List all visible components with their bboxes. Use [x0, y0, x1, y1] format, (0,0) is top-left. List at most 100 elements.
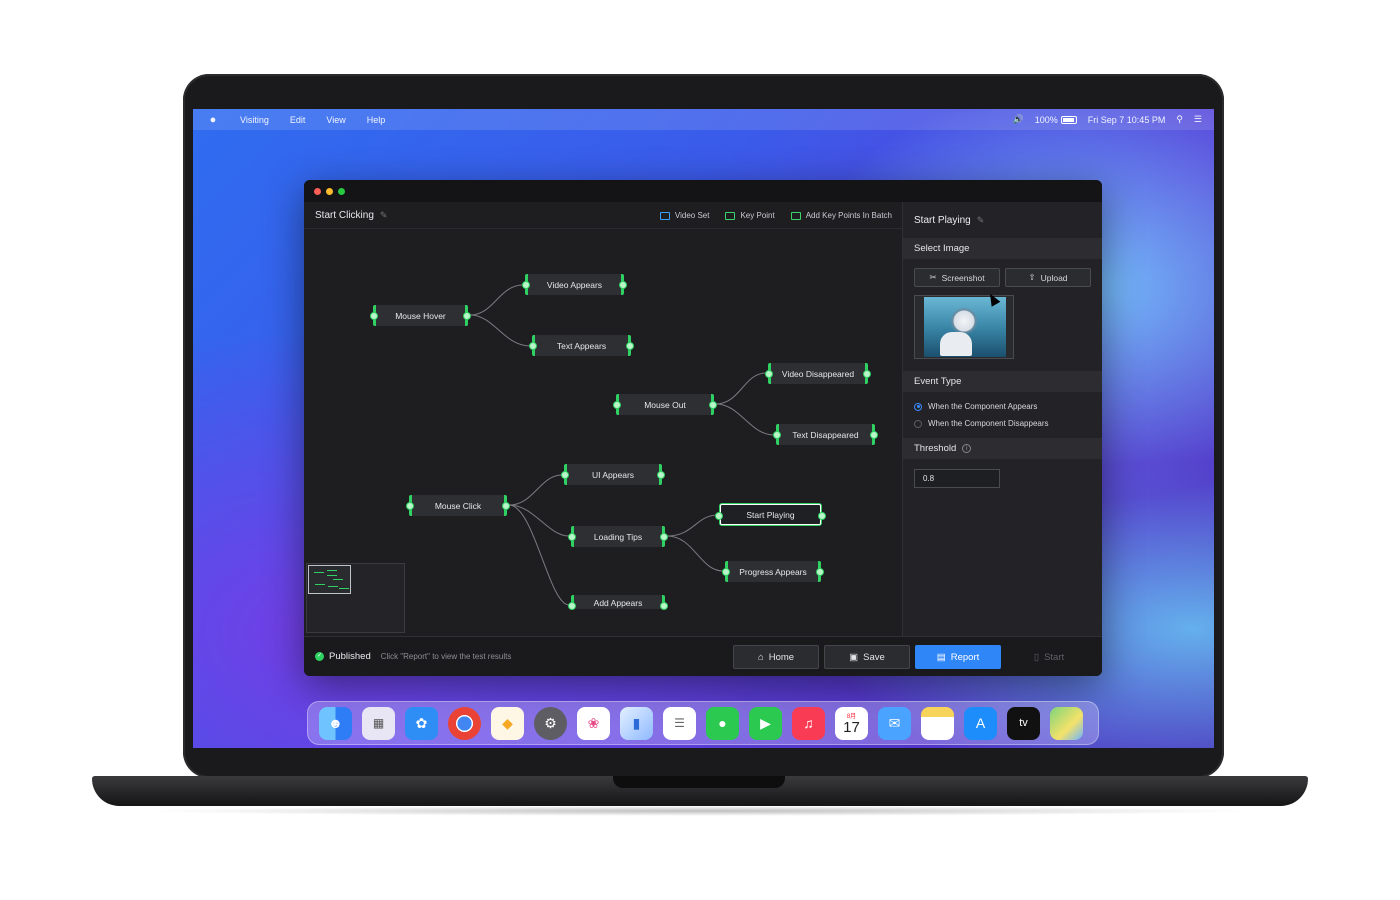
radio-disappears-control[interactable] — [914, 419, 922, 428]
event-type-options: When the Component Appears When the Comp… — [903, 392, 1102, 432]
menu-visiting[interactable]: Visiting — [240, 115, 269, 125]
screenshot-button[interactable]: ✂ Screenshot — [914, 268, 1000, 287]
calendar-day: 17 — [843, 719, 860, 736]
facetime-icon[interactable]: ▶ — [749, 706, 782, 740]
safari-icon[interactable]: ✿ — [405, 706, 438, 740]
node-progress-appears[interactable]: Progress Appears — [722, 561, 824, 582]
radio-component-disappears[interactable]: When the Component Disappears — [903, 415, 1102, 432]
radio-appears-label: When the Component Appears — [928, 402, 1038, 411]
clock[interactable]: Fri Sep 7 10:45 PM — [1088, 115, 1166, 125]
threshold-input[interactable]: 0.8 — [914, 469, 1000, 488]
edge-out-text — [715, 403, 775, 436]
node-video-appears[interactable]: Video Appears — [522, 274, 627, 295]
reminders-icon[interactable]: ☰ — [663, 706, 696, 740]
edit-panel-title-icon[interactable]: ✎ — [977, 215, 985, 226]
node-loading-tips[interactable]: Loading Tips — [568, 526, 668, 547]
messages-icon[interactable]: ● — [706, 706, 739, 740]
minimap-mark — [327, 575, 337, 576]
minimize-window-button[interactable] — [326, 188, 333, 195]
radio-component-appears[interactable]: When the Component Appears — [903, 398, 1102, 415]
properties-panel: Start Playing ✎ Select Image ✂ Screensho… — [902, 202, 1102, 636]
battery-percent: 100% — [1034, 114, 1058, 125]
edge-hover-video — [469, 284, 524, 316]
video-set-button[interactable]: Video Set — [659, 211, 710, 220]
calendar-icon[interactable]: 8月 17 — [835, 706, 868, 740]
dock: ☻ ▦ ✿ ◆ ⚙ ❀ ▮ ☰ ● ▶ ♫ 8月 17 ✉ A tv — [307, 701, 1099, 745]
node-mouse-click[interactable]: Mouse Click — [406, 495, 510, 516]
node-text-disappeared[interactable]: Text Disappeared — [773, 424, 878, 445]
sketch-icon[interactable]: ◆ — [491, 706, 524, 740]
control-center-icon[interactable]: ☰ — [1194, 114, 1202, 125]
laptop-notch — [613, 776, 785, 788]
system-preferences-icon[interactable]: ⚙ — [534, 706, 567, 740]
node-ui-appears[interactable]: UI Appears — [561, 464, 665, 485]
home-button[interactable]: ⌂ Home — [733, 645, 819, 669]
threshold-heading: Threshold i — [903, 438, 1102, 459]
select-image-heading: Select Image — [903, 238, 1102, 259]
chrome-icon[interactable] — [448, 706, 481, 740]
flow-canvas-pane: Start Clicking ✎ Video Set Key Point Add… — [304, 202, 902, 636]
flow-graph[interactable]: Mouse Hover Video Appears Text Appears M… — [304, 229, 902, 636]
photos-icon[interactable]: ❀ — [577, 706, 610, 740]
event-type-heading: Event Type — [903, 371, 1102, 392]
edge-click-add — [508, 504, 570, 606]
notes-icon[interactable] — [921, 706, 954, 740]
launchpad-icon[interactable]: ▦ — [362, 706, 395, 740]
video-set-label: Video Set — [674, 211, 710, 220]
key-point-label: Key Point — [740, 211, 775, 220]
report-label: Report — [950, 651, 980, 663]
radio-disappears-label: When the Component Disappears — [928, 419, 1049, 428]
minimap[interactable] — [306, 563, 405, 633]
key-point-button[interactable]: Key Point — [725, 211, 775, 220]
menu-bar: ● Visiting Edit View Help 🔊 100% Fri Sep… — [193, 109, 1214, 130]
upload-button[interactable]: ⇧ Upload — [1005, 268, 1091, 287]
canvas-toolbar: Video Set Key Point Add Key Points In Ba… — [659, 202, 892, 229]
save-button[interactable]: ▣ Save — [824, 645, 910, 669]
minimap-mark — [333, 579, 343, 580]
close-window-button[interactable] — [314, 188, 321, 195]
node-mouse-out[interactable]: Mouse Out — [613, 394, 717, 415]
menu-edit[interactable]: Edit — [290, 115, 306, 125]
desktop-screen: ● Visiting Edit View Help 🔊 100% Fri Sep… — [193, 109, 1214, 748]
node-add-appears[interactable]: Add Appears — [568, 595, 668, 610]
image-thumbnail[interactable] — [914, 295, 1014, 359]
zoom-window-button[interactable] — [338, 188, 345, 195]
start-button[interactable]: ▯ Start — [1006, 645, 1092, 669]
menu-view[interactable]: View — [326, 115, 345, 125]
apple-icon[interactable]: ● — [207, 114, 219, 126]
battery-status[interactable]: 100% — [1035, 115, 1077, 125]
finder-icon[interactable]: ☻ — [319, 706, 352, 740]
node-text-appears[interactable]: Text Appears — [529, 335, 634, 356]
volume-icon[interactable]: 🔊 — [1013, 114, 1024, 125]
node-video-disappeared[interactable]: Video Disappeared — [765, 363, 871, 384]
menu-help[interactable]: Help — [367, 115, 386, 125]
node-mouse-hover[interactable]: Mouse Hover — [370, 305, 471, 326]
node-start-playing[interactable]: Start Playing — [715, 504, 826, 525]
screenshot-label: Screenshot — [941, 272, 985, 283]
threshold-label: Threshold — [914, 443, 957, 454]
minimap-mark — [314, 572, 324, 573]
home-label: Home — [768, 651, 795, 663]
maps-icon[interactable] — [1050, 706, 1083, 740]
status-hint: Click "Report" to view the test results — [380, 652, 512, 661]
image-source-buttons: ✂ Screenshot ⇧ Upload — [903, 259, 1102, 287]
edit-title-icon[interactable]: ✎ — [380, 210, 388, 221]
save-icon: ▣ — [849, 651, 859, 663]
apple-tv-icon[interactable]: tv — [1007, 706, 1040, 740]
menu-bar-status: 🔊 100% Fri Sep 7 10:45 PM ⚲ ☰ — [1013, 109, 1202, 130]
minimap-viewport[interactable] — [308, 565, 351, 594]
add-batch-label: Add Key Points In Batch — [805, 211, 892, 220]
start-label: Start — [1044, 651, 1065, 663]
radio-appears-control[interactable] — [914, 402, 922, 411]
app-window: Start Clicking ✎ Video Set Key Point Add… — [304, 180, 1102, 676]
files-icon[interactable]: ▮ — [620, 706, 653, 740]
canvas-title: Start Clicking — [315, 209, 374, 221]
search-icon[interactable]: ⚲ — [1176, 114, 1183, 125]
app-store-icon[interactable]: A — [964, 706, 997, 740]
info-icon[interactable]: i — [962, 444, 972, 453]
mail-icon[interactable]: ✉ — [878, 706, 911, 740]
music-icon[interactable]: ♫ — [792, 706, 825, 740]
report-button[interactable]: ▤ Report — [915, 645, 1001, 669]
status-label: Published — [329, 651, 371, 662]
add-key-points-batch-button[interactable]: Add Key Points In Batch — [790, 211, 892, 220]
